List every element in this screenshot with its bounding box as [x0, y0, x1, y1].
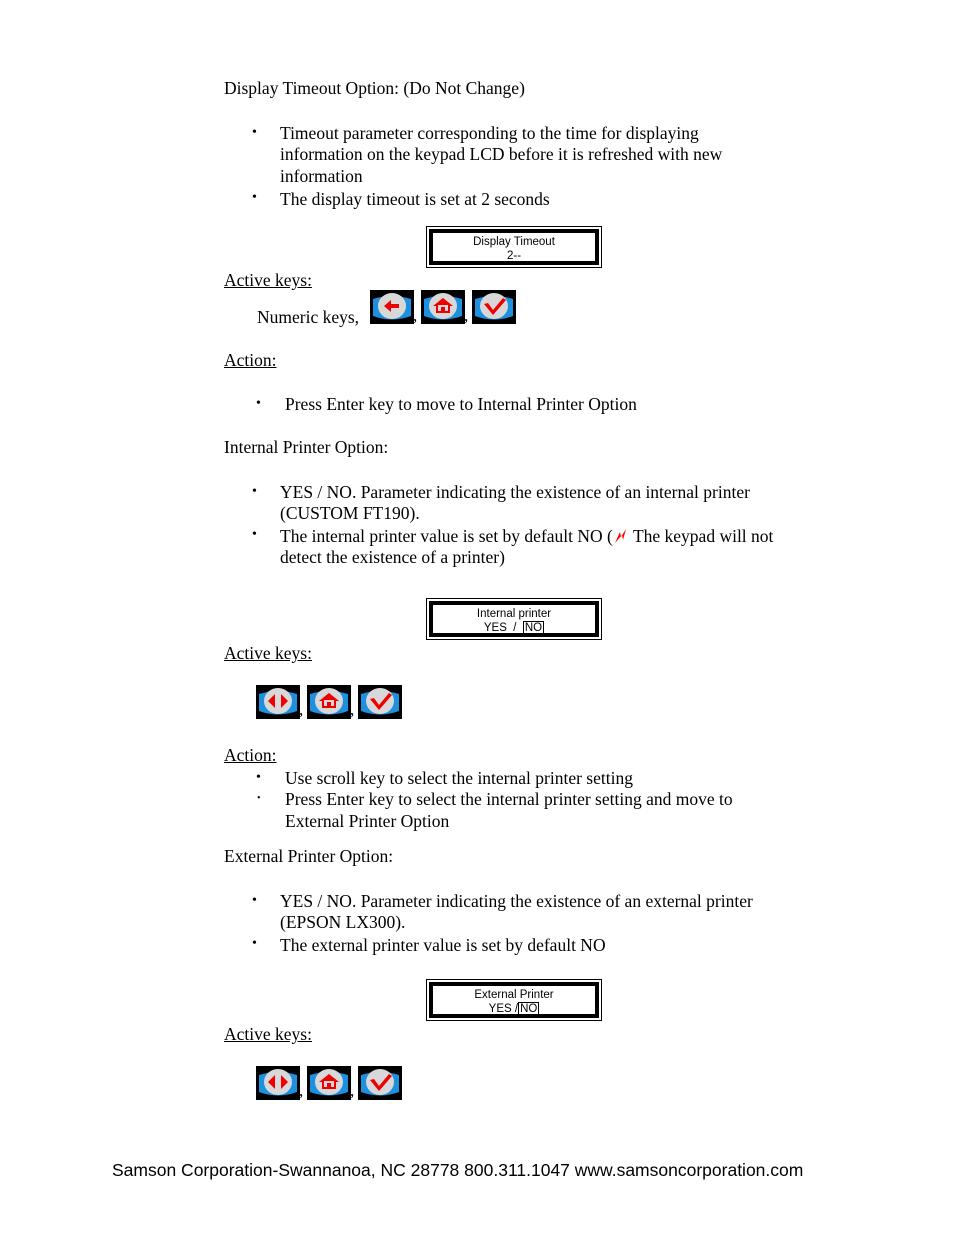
bullet-marker: •: [252, 893, 257, 908]
bullet-text: The external printer value is set by def…: [280, 935, 606, 955]
bullet-marker: •: [252, 190, 257, 205]
action-text: External Printer Option: [285, 811, 450, 831]
bullet-text: YES / NO. Parameter indicating the exist…: [280, 482, 750, 502]
lcd-line-2: 2--: [506, 250, 522, 262]
scroll-left-right-key-icon: [256, 685, 300, 719]
comma: ,: [299, 700, 304, 719]
bullet-text-part: The internal printer value is set by def…: [280, 526, 613, 546]
active-keys-label: Active keys:: [224, 270, 312, 290]
external-printer-heading: External Printer Option:: [224, 846, 394, 866]
document-page: Display Timeout Option: (Do Not Change) …: [0, 0, 954, 1235]
action-text: Press Enter key to select the internal p…: [285, 789, 733, 809]
bullet-text: detect the existence of a printer): [280, 547, 505, 567]
scroll-left-right-key-icon: [256, 1066, 300, 1100]
bullet-marker: •: [252, 484, 257, 499]
bullet-marker: •: [256, 770, 261, 785]
comma: ,: [350, 1081, 355, 1100]
page-footer: Samson Corporation-Swannanoa, NC 28778 8…: [112, 1160, 804, 1180]
enter-check-key-icon: [358, 685, 402, 719]
action-label: Action:: [224, 745, 277, 765]
active-keys-label: Active keys:: [224, 643, 312, 663]
lcd-external-printer: External Printer YES / NO: [426, 979, 602, 1021]
lcd-yes-option: YES: [488, 1003, 512, 1015]
lcd-line-1: Internal printer: [476, 608, 552, 620]
home-key-icon: [307, 1066, 351, 1100]
enter-check-key-icon: [358, 1066, 402, 1100]
bullet-text: (EPSON LX300).: [280, 912, 406, 932]
comma: ,: [464, 306, 469, 325]
bullet-marker: •: [252, 125, 257, 140]
lcd-line-2: YES / NO: [433, 621, 595, 635]
bullet-text: (CUSTOM FT190).: [280, 503, 420, 523]
bullet-text: Timeout parameter corresponding to the t…: [280, 123, 699, 143]
bullet-marker: •: [252, 936, 257, 951]
back-arrow-key-icon: [370, 290, 414, 324]
lcd-line-2: YES / NO: [433, 1002, 595, 1016]
lcd-line-1: Display Timeout: [473, 236, 555, 248]
display-timeout-heading: Display Timeout Option: (Do Not Change): [224, 78, 525, 98]
lcd-no-option-selected: NO: [518, 1002, 540, 1016]
comma: ,: [413, 306, 418, 325]
internal-printer-heading: Internal Printer Option:: [224, 437, 389, 457]
home-key-icon: [307, 685, 351, 719]
bullet-text: information: [280, 166, 363, 186]
bullet-text: The display timeout is set at 2 seconds: [280, 189, 550, 209]
warning-lightning-icon: [613, 528, 629, 544]
bullet-marker: •: [252, 527, 257, 542]
comma: ,: [350, 700, 355, 719]
lcd-display-timeout: Display Timeout 2--: [426, 226, 602, 268]
bullet-marker: •: [257, 793, 261, 804]
home-key-icon: [421, 290, 465, 324]
bullet-marker: •: [256, 396, 261, 411]
action-text: Use scroll key to select the internal pr…: [285, 768, 633, 788]
action-text: Press Enter key to move to Internal Prin…: [285, 394, 637, 414]
comma: ,: [299, 1081, 304, 1100]
bullet-text: information on the keypad LCD before it …: [280, 144, 723, 164]
bullet-text-with-warning: The internal printer value is set by def…: [280, 526, 773, 548]
numeric-keys-label: Numeric keys,: [257, 307, 360, 327]
bullet-text-part: The keypad will not: [628, 526, 774, 546]
lcd-internal-printer: Internal printer YES / NO: [426, 598, 602, 640]
enter-check-key-icon: [472, 290, 516, 324]
lcd-separator: /: [513, 622, 517, 634]
action-label: Action:: [224, 350, 277, 370]
lcd-yes-option: YES: [483, 622, 507, 634]
lcd-no-option-selected: NO: [522, 621, 545, 635]
lcd-line-1: External Printer: [474, 989, 554, 1001]
active-keys-label: Active keys:: [224, 1024, 312, 1044]
bullet-text: YES / NO. Parameter indicating the exist…: [280, 891, 753, 911]
